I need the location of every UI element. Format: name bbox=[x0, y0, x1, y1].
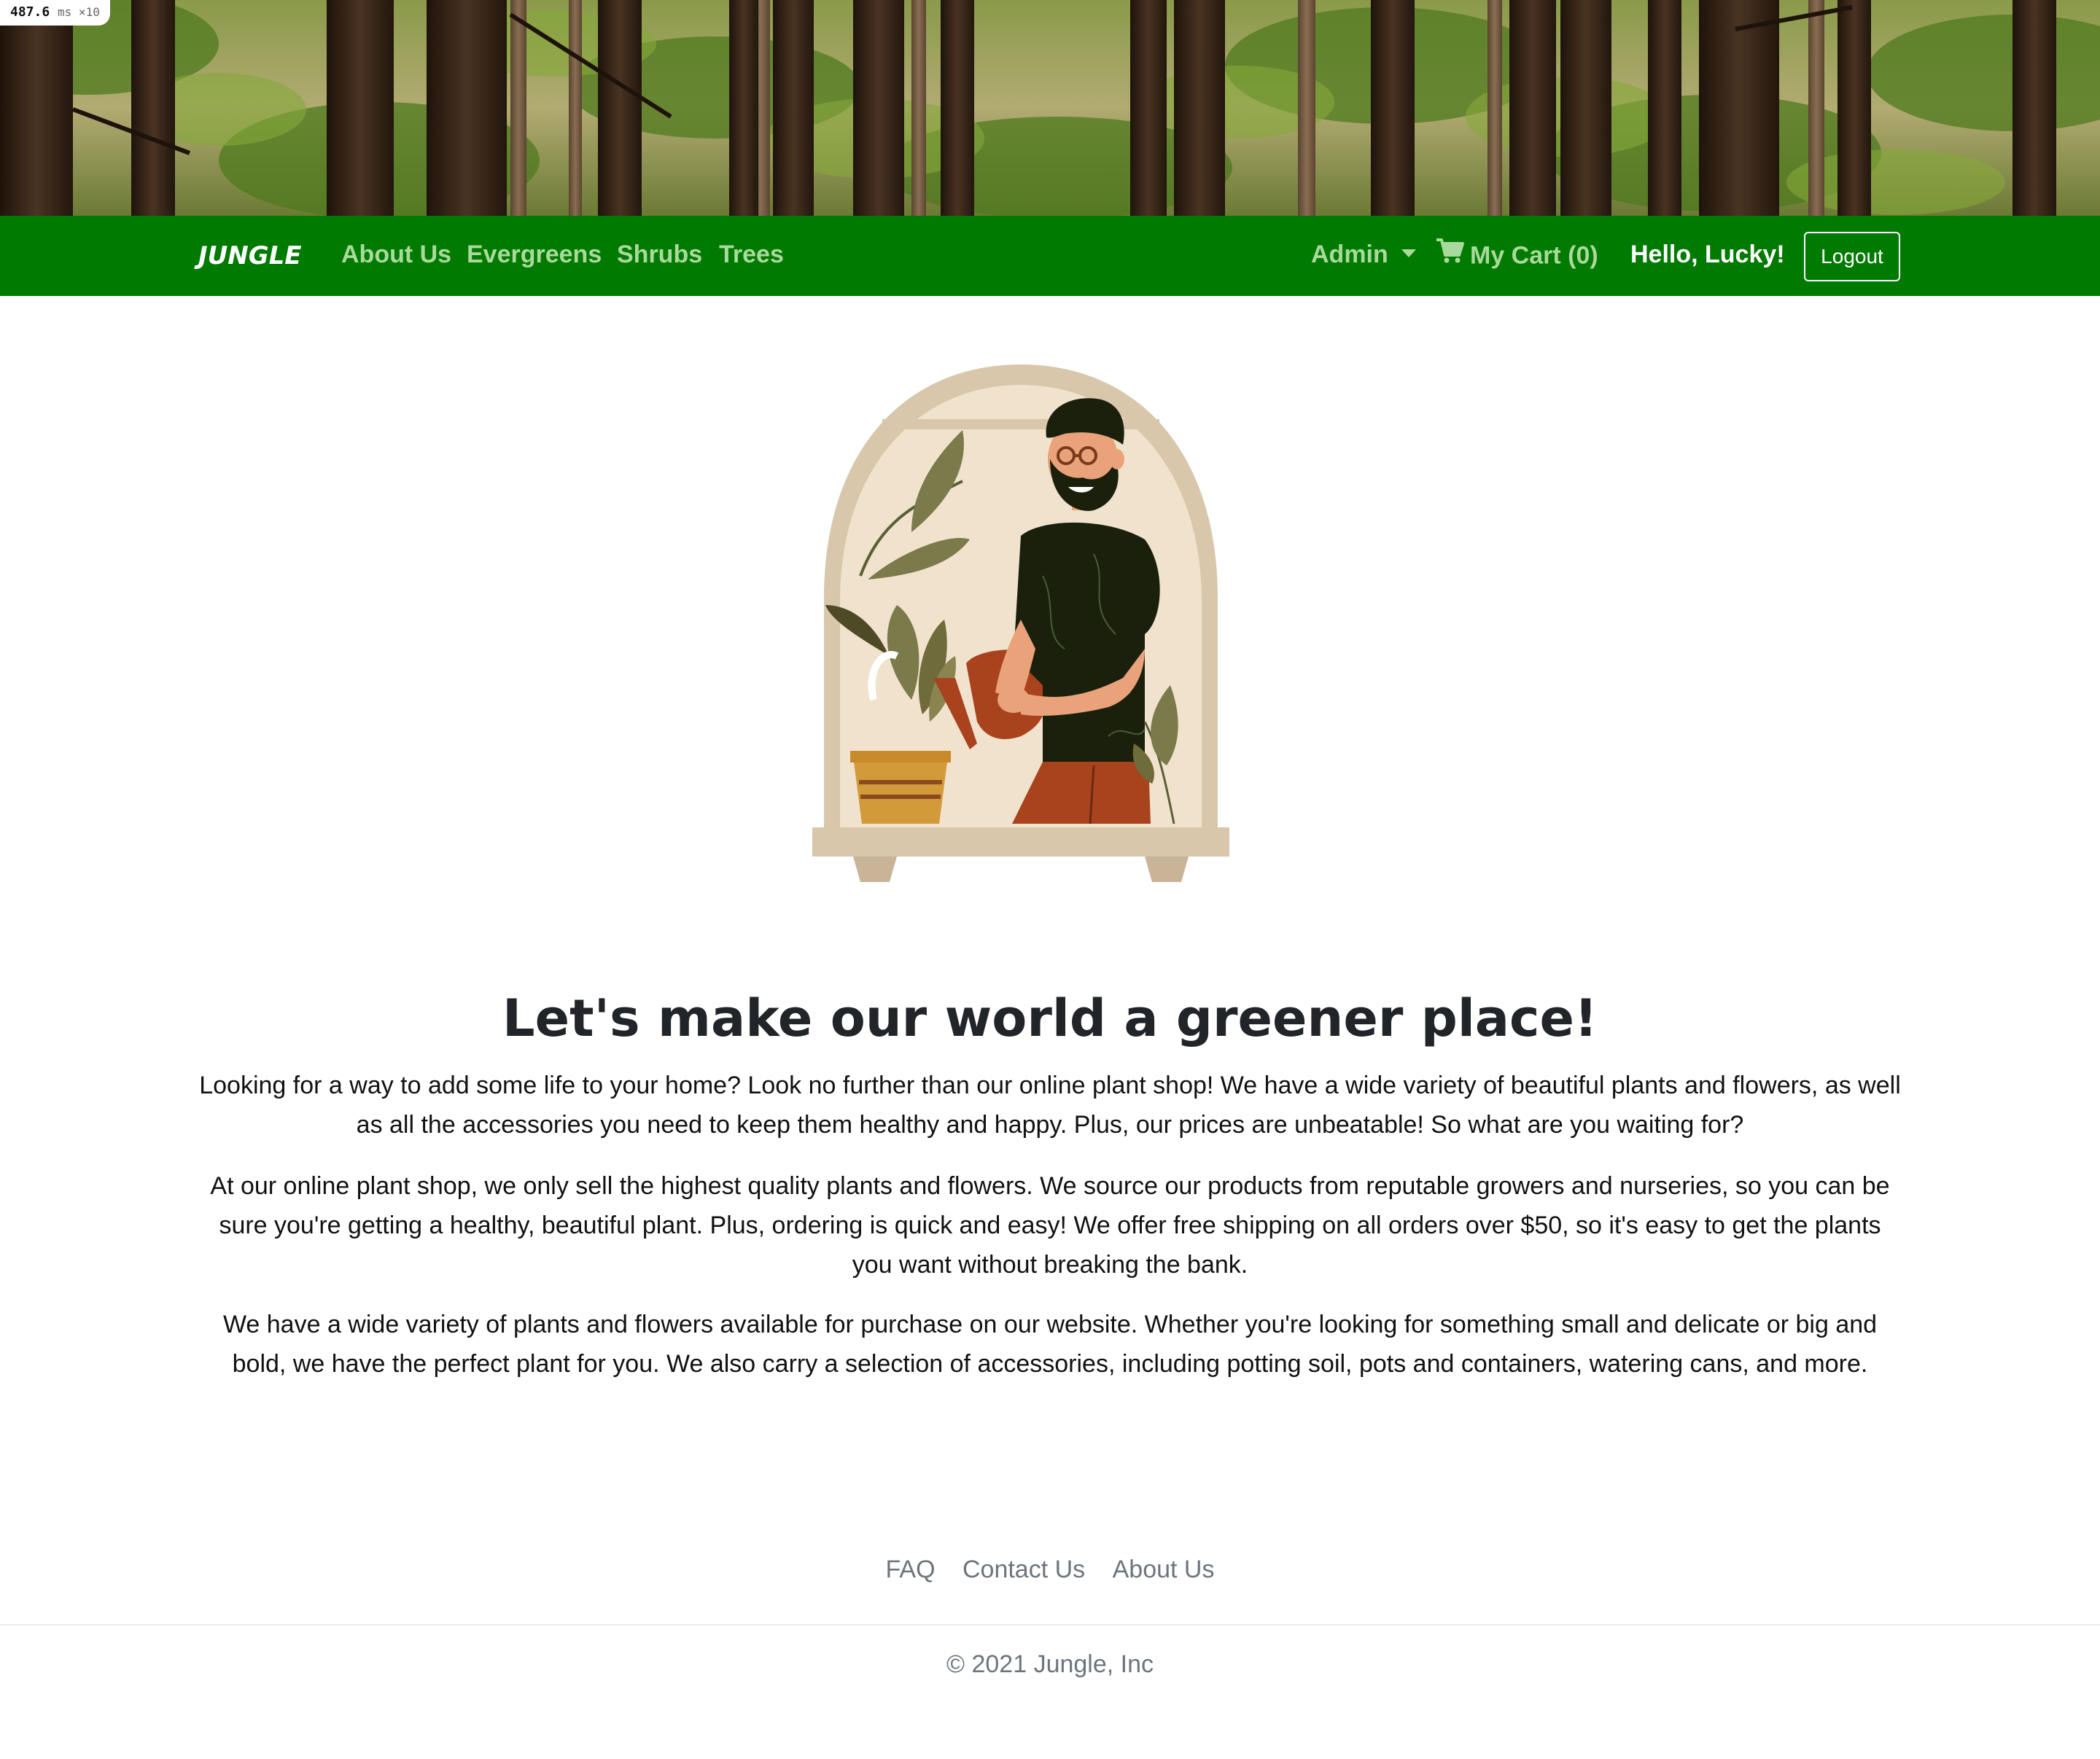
caret-down-icon bbox=[1401, 249, 1416, 257]
intro-paragraph-3: We have a wide variety of plants and flo… bbox=[222, 1311, 1878, 1378]
user-greeting: Hello, Lucky! bbox=[1630, 241, 1785, 268]
nav-link-trees[interactable]: Trees bbox=[719, 241, 784, 269]
cart-icon bbox=[1435, 238, 1464, 270]
perf-unit: ms ×10 bbox=[58, 5, 100, 19]
footer-link-about-us[interactable]: About Us bbox=[1113, 1556, 1215, 1583]
footer-links: FAQ Contact Us About Us bbox=[0, 1556, 2100, 1584]
nav-link-evergreens[interactable]: Evergreens bbox=[467, 241, 602, 269]
cart-label: My Cart (0) bbox=[1470, 241, 1598, 270]
navbar: JUNGLE About Us Evergreens Shrubs Trees … bbox=[0, 216, 2100, 296]
intro-paragraph-2: At our online plant shop, we only sell t… bbox=[210, 1172, 1890, 1279]
admin-dropdown[interactable]: Admin bbox=[1311, 241, 1416, 269]
page-headline: Let's make our world a greener place! bbox=[502, 988, 1598, 1048]
copyright-text: © 2021 Jungle, Inc bbox=[946, 1650, 1154, 1678]
hero-forest-banner bbox=[0, 0, 2100, 216]
logout-button[interactable]: Logout bbox=[1804, 232, 1900, 281]
nav-link-about-us[interactable]: About Us bbox=[341, 241, 451, 269]
footer-link-faq[interactable]: FAQ bbox=[886, 1556, 936, 1583]
footer-divider bbox=[0, 1624, 2100, 1626]
my-cart-link[interactable]: My Cart (0) bbox=[1435, 238, 1598, 273]
brand-logo[interactable]: JUNGLE bbox=[198, 241, 302, 270]
gardener-watering-plant-image bbox=[812, 364, 1229, 882]
intro-paragraph-1: Looking for a way to add some life to yo… bbox=[199, 1072, 1901, 1139]
forest-image bbox=[0, 0, 2100, 216]
footer-link-contact-us[interactable]: Contact Us bbox=[962, 1556, 1085, 1583]
admin-label: Admin bbox=[1311, 241, 1388, 268]
nav-link-shrubs[interactable]: Shrubs bbox=[617, 241, 702, 269]
perf-badge: 487.6 ms ×10 bbox=[0, 0, 110, 26]
perf-value: 487.6 bbox=[10, 4, 50, 20]
gardener-illustration bbox=[802, 357, 1240, 889]
